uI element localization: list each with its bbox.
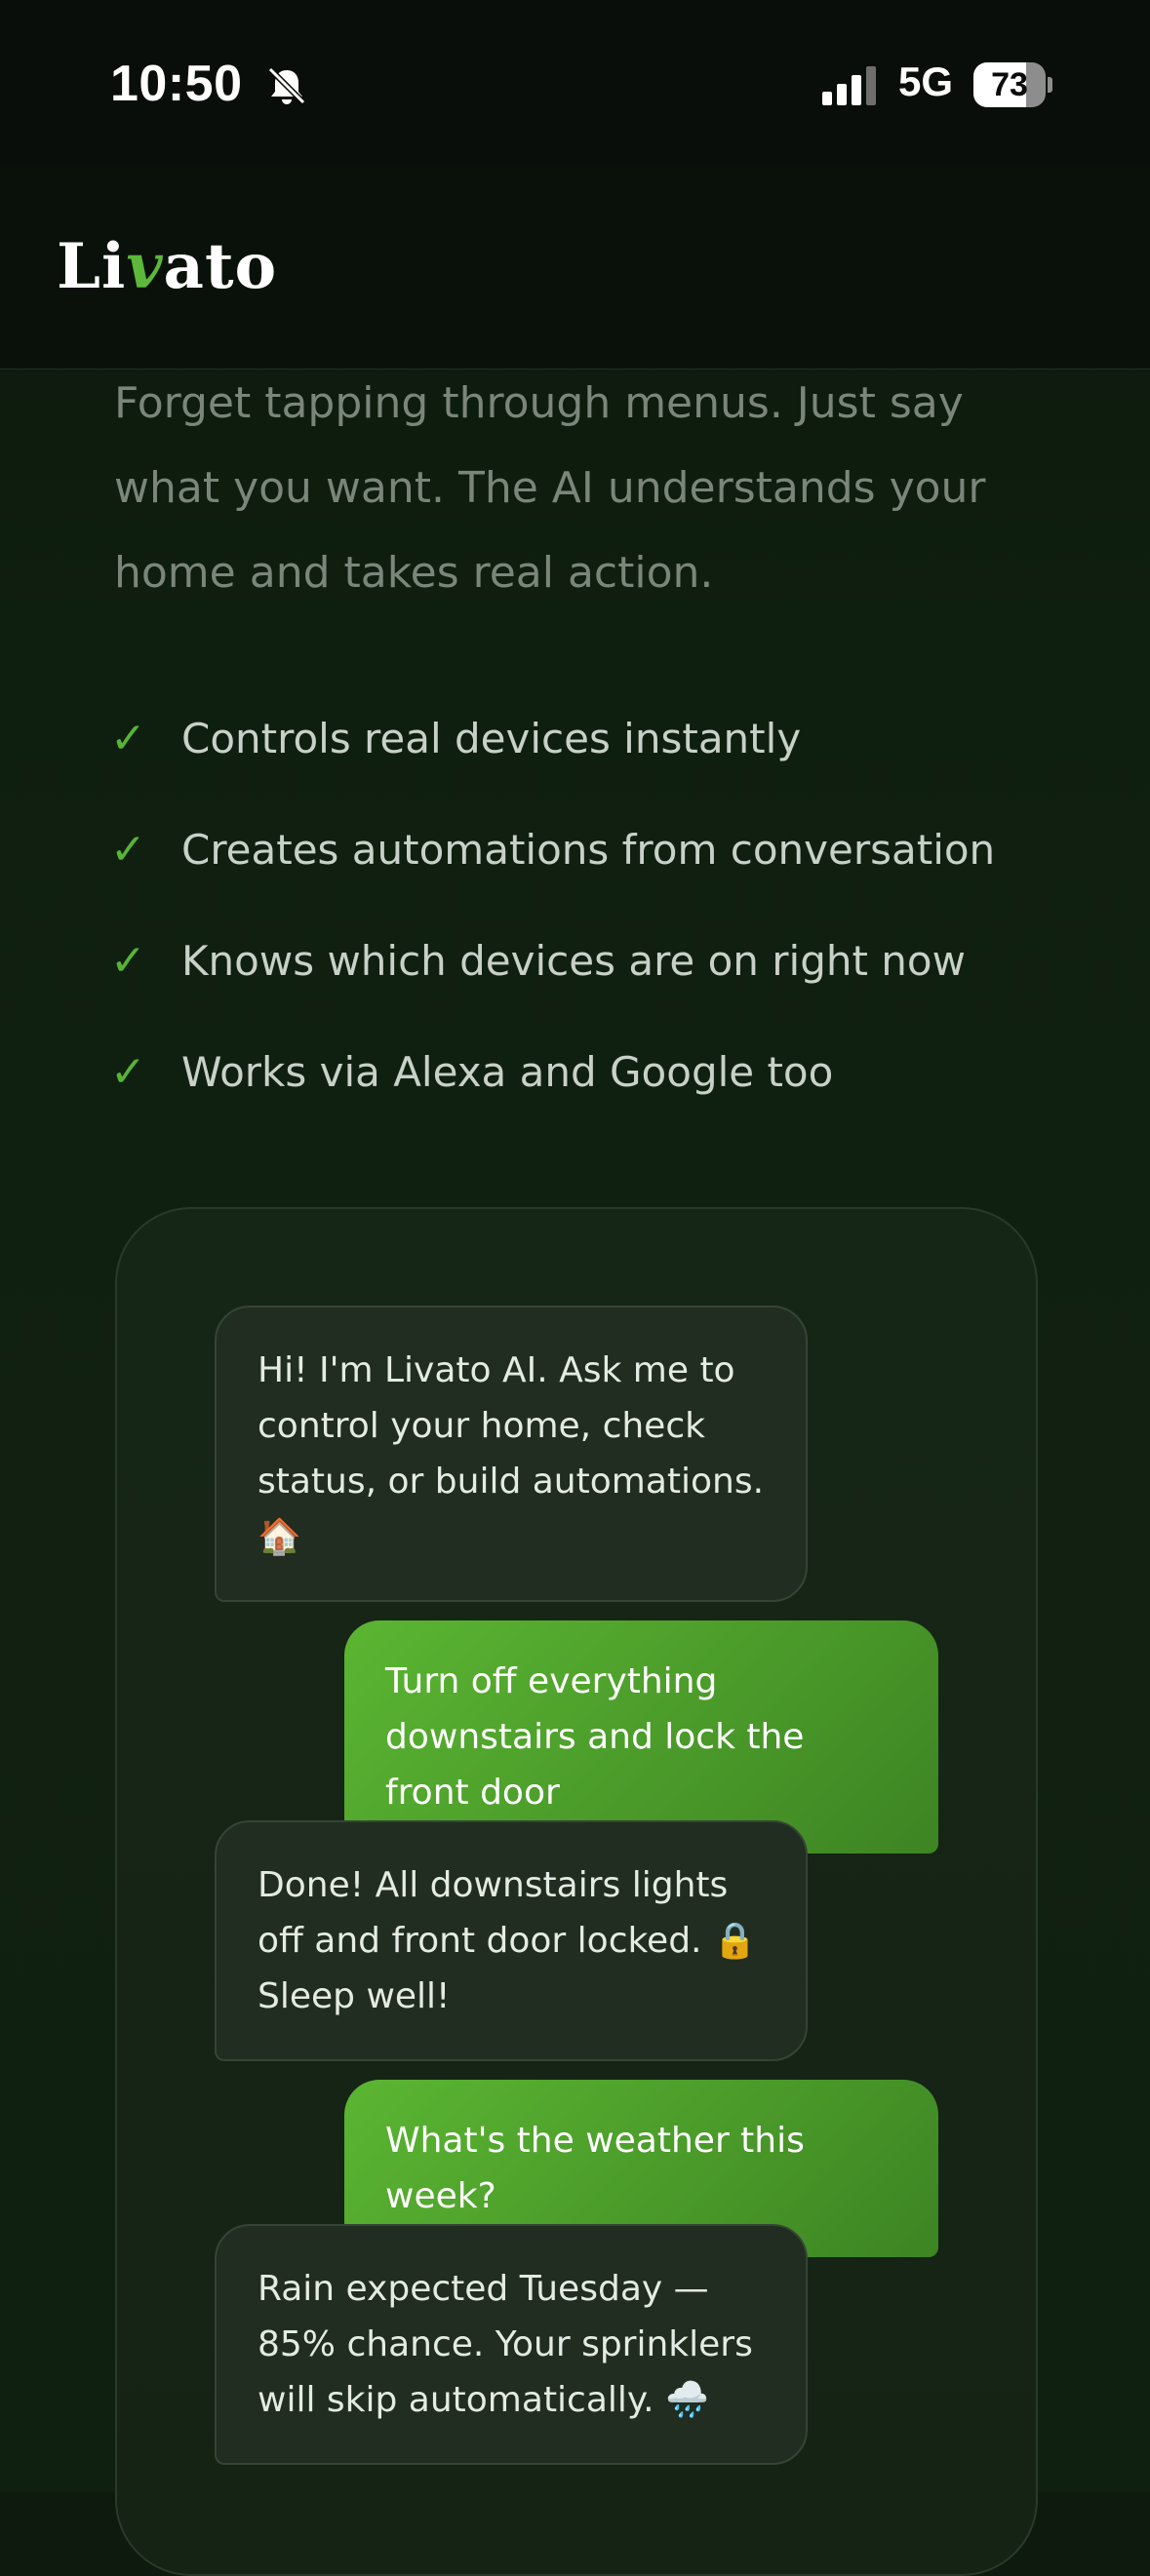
- status-time: 10:50: [110, 56, 243, 112]
- feature-item: ✓ Works via Alexa and Google too: [110, 1016, 1086, 1127]
- battery-icon: 73: [973, 62, 1052, 107]
- network-label: 5G: [898, 59, 954, 104]
- feature-text: Works via Alexa and Google too: [181, 1047, 834, 1096]
- ai-message-bubble: Done! All downstairs lights off and fron…: [215, 1820, 808, 2061]
- feature-text: Knows which devices are on right now: [181, 936, 966, 985]
- logo[interactable]: Livato: [57, 230, 277, 303]
- app-header: Livato: [0, 166, 1150, 370]
- check-icon: ✓: [110, 713, 146, 763]
- feature-item: ✓ Creates automations from conversation: [110, 794, 1086, 905]
- signal-icon: [822, 66, 876, 105]
- check-icon: ✓: [110, 935, 146, 986]
- logo-accent: v: [126, 230, 164, 303]
- ai-message-bubble: Hi! I'm Livato AI. Ask me to control you…: [215, 1306, 808, 1602]
- intro-text: Forget tapping through menus. Just say w…: [114, 378, 986, 598]
- feature-item: ✓ Controls real devices instantly: [110, 683, 1086, 794]
- feature-text: Creates automations from conversation: [181, 825, 996, 874]
- check-icon: ✓: [110, 1046, 146, 1097]
- logo-prefix: Li: [57, 230, 127, 303]
- bell-slash-icon: [267, 66, 306, 105]
- chat-demo-card: Hi! I'm Livato AI. Ask me to control you…: [115, 1207, 1038, 2576]
- status-bar: 10:50 5G 73: [0, 0, 1150, 166]
- logo-suffix: ato: [163, 230, 278, 303]
- ai-message-bubble: Rain expected Tuesday — 85% chance. Your…: [215, 2224, 808, 2465]
- check-icon: ✓: [110, 824, 146, 875]
- user-message-bubble: Turn off everything downstairs and lock …: [344, 1620, 938, 1854]
- feature-text: Controls real devices instantly: [181, 714, 802, 762]
- page: 10:50 5G 73 Livato Forget tapping throug…: [0, 0, 1150, 2576]
- feature-list: ✓ Controls real devices instantly ✓ Crea…: [110, 683, 1086, 1127]
- battery-percent: 73: [991, 66, 1028, 103]
- feature-item: ✓ Knows which devices are on right now: [110, 905, 1086, 1016]
